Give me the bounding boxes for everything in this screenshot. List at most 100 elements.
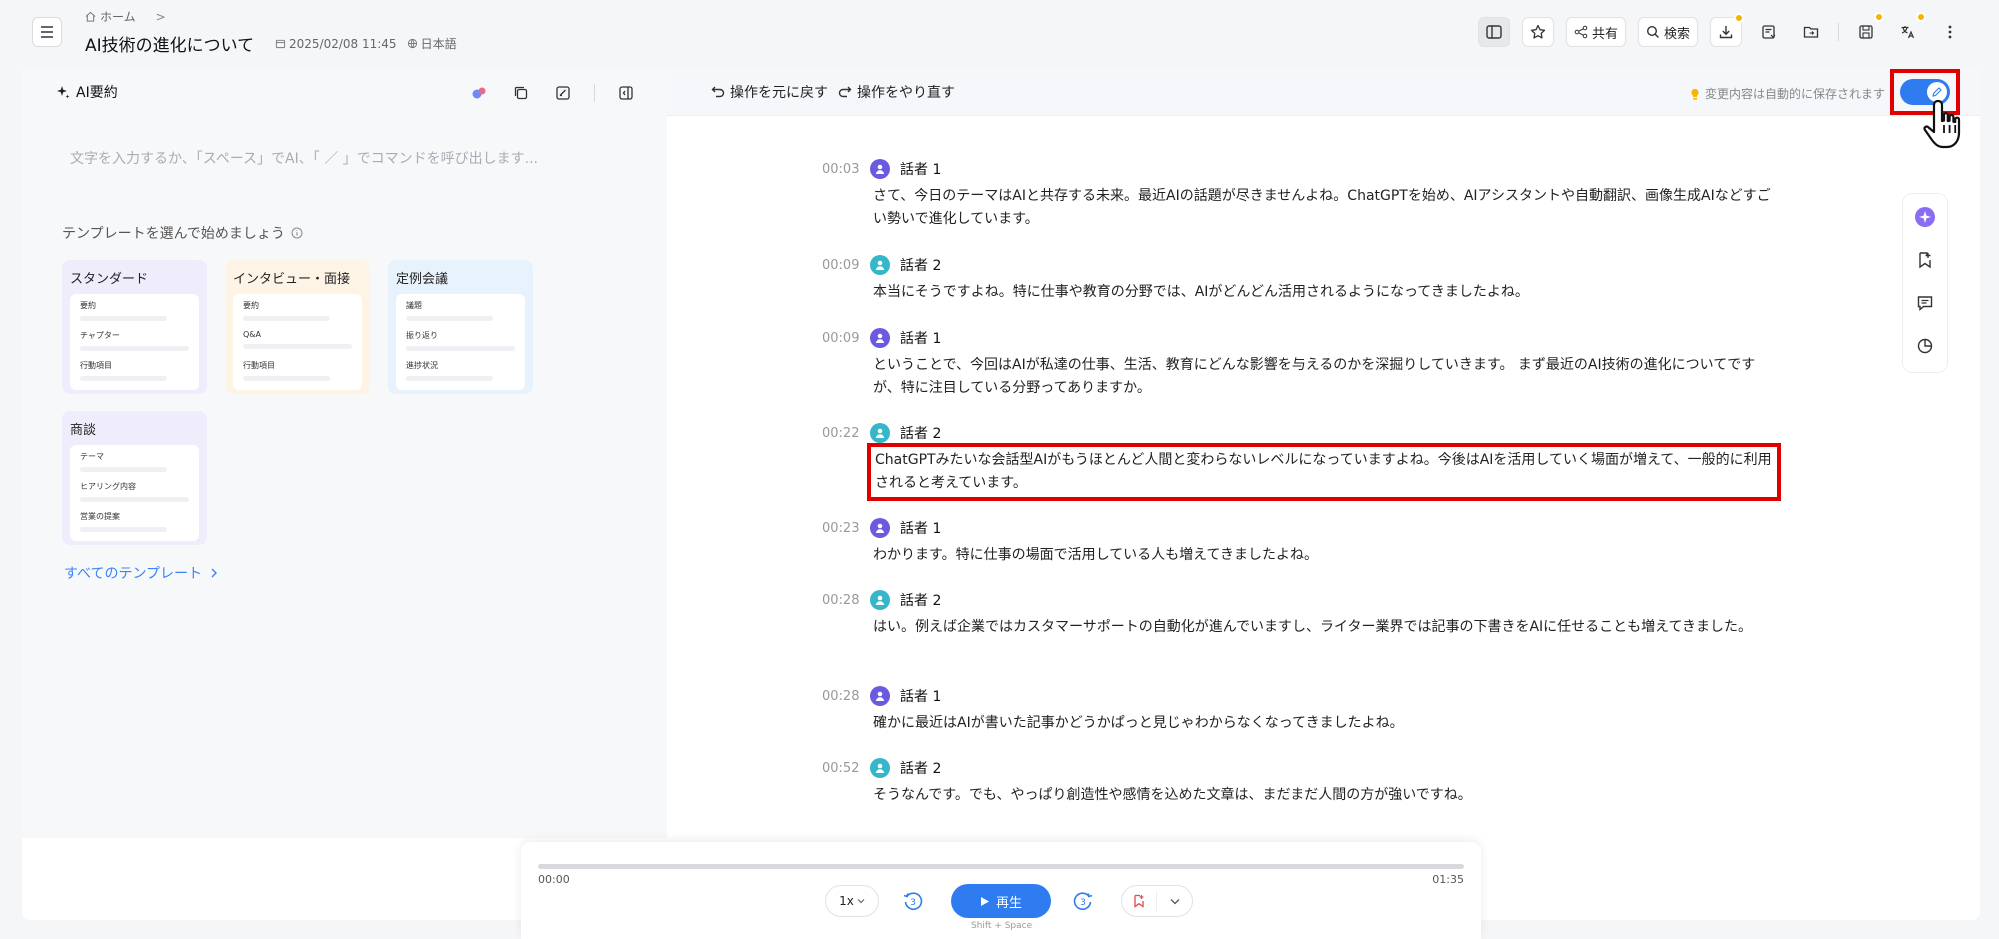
download-button[interactable]: [1710, 13, 1744, 47]
save-button[interactable]: [1851, 12, 1884, 47]
segment-header: 00:23 話者 1: [822, 517, 1802, 539]
template-card-interview[interactable]: インタビュー・面接 要約 Q&A 行動項目: [225, 260, 370, 394]
globe-icon: [407, 38, 417, 49]
template-card-regular-meeting[interactable]: 定例会議 議題 振り返り 進捗状況: [388, 260, 533, 394]
bookmark-button[interactable]: [1914, 249, 1936, 271]
all-templates-link[interactable]: すべてのテンプレート: [64, 563, 218, 583]
share-label: 共有: [1591, 26, 1618, 42]
template-row-label: チャプター: [80, 331, 120, 340]
speaker-name[interactable]: 話者 1: [900, 686, 941, 706]
speaker-name[interactable]: 話者 2: [900, 255, 941, 275]
main-panel: AI要約 文字を入力するか、「スペース」でAI、「 ／ 」でコマンドを呼び出しま…: [22, 68, 1980, 920]
segment-header: 00:09 話者 2: [822, 254, 1802, 276]
statistics-button[interactable]: [1914, 335, 1936, 357]
speaker-name[interactable]: 話者 2: [900, 423, 941, 443]
audio-player: 00:00 01:35 1x 3 再生 Shift + Space 3: [521, 842, 1481, 939]
transcript-segment: 00:09 話者 1 ということで、今回はAIが私達の仕事、生活、教育にどんな影…: [822, 327, 1802, 400]
ai-chat-button[interactable]: [1914, 206, 1936, 228]
template-preview-row: 議題: [406, 300, 515, 330]
segment-timestamp[interactable]: 00:03: [822, 162, 870, 177]
template-card-title: 商談: [70, 423, 97, 438]
speaker-name[interactable]: 話者 1: [900, 159, 941, 179]
info-icon[interactable]: [291, 227, 303, 239]
segment-text[interactable]: さて、今日のテーマはAIと共存する未来。最近AIの話題が尽きませんよね。Chat…: [873, 185, 1773, 231]
placeholder-line: [80, 527, 168, 532]
person-icon: [875, 595, 885, 605]
comments-button[interactable]: [1914, 292, 1936, 314]
template-preview: 議題 振り返り 進捗状況: [396, 294, 525, 390]
segment-timestamp[interactable]: 00:09: [822, 258, 870, 273]
segment-text[interactable]: そうなんです。でも、やっぱり創造性や感情を込めた文章は、まだまだ人間の方が強いで…: [873, 784, 1773, 807]
segment-timestamp[interactable]: 00:09: [822, 331, 870, 346]
collapse-panel-button[interactable]: [615, 82, 637, 104]
layout-toggle-button[interactable]: [1477, 17, 1510, 47]
speaker-avatar: [870, 255, 890, 275]
edit-summary-button[interactable]: [552, 82, 574, 104]
chevron-right-icon: [211, 568, 218, 578]
template-preview: テーマ ヒアリング内容 営業の提案: [70, 445, 199, 541]
menu-button[interactable]: [32, 17, 62, 47]
all-templates-label: すべてのテンプレート: [64, 566, 203, 582]
segment-text[interactable]: 本当にそうですよね。特に仕事や教育の分野では、AIがどんどん活用されるようになっ…: [873, 281, 1773, 304]
segment-timestamp[interactable]: 00:28: [822, 689, 870, 704]
forward-button[interactable]: 3: [1072, 890, 1094, 912]
template-preview-row: 振り返り: [406, 330, 515, 360]
editor-toolbar: 操作を元に戻す 操作をやり直す 変更内容は自動的に保存されます: [667, 68, 1980, 149]
segment-timestamp[interactable]: 00:52: [822, 761, 870, 776]
favorite-button[interactable]: [1521, 17, 1554, 47]
speaker-name[interactable]: 話者 1: [900, 328, 941, 348]
more-vertical-icon: [1948, 25, 1952, 39]
person-icon: [875, 763, 885, 773]
breadcrumb-home-link[interactable]: ホーム: [100, 8, 136, 25]
copy-button[interactable]: [510, 82, 532, 104]
autosave-text: 変更内容は自動的に保存されます: [1704, 87, 1885, 101]
translate-button[interactable]: [1893, 12, 1926, 47]
breadcrumb-separator: >: [155, 9, 166, 24]
ai-assistant-button[interactable]: [468, 82, 490, 104]
summary-input[interactable]: 文字を入力するか、「スペース」でAI、「 ／ 」でコマンドを呼び出します...: [70, 148, 538, 168]
segment-text[interactable]: わかります。特に仕事の場面で活用している人も増えてきましたよね。: [873, 544, 1773, 567]
mark-dropdown-button[interactable]: [1157, 898, 1192, 905]
segment-text[interactable]: 確かに最近はAIが書いた記事かどうかぱっと見じゃわからなくなってきましたよね。: [873, 712, 1773, 735]
speaker-name[interactable]: 話者 1: [900, 518, 941, 538]
placeholder-line: [80, 467, 168, 472]
segment-timestamp[interactable]: 00:22: [822, 426, 870, 441]
folder-icon: [1803, 26, 1819, 38]
progress-bar[interactable]: [538, 864, 1464, 869]
segment-text[interactable]: ChatGPTみたいな会話型AIがもうほとんど人間と変わらないレベルになっていま…: [867, 443, 1781, 501]
play-button[interactable]: 再生: [951, 884, 1051, 918]
person-icon: [875, 523, 885, 533]
ai-summary-title: AI要約: [76, 85, 118, 101]
transcript-segment: 00:28 話者 2 はい。例えば企業ではカスタマーサポートの自動化が進んでいま…: [822, 589, 1802, 639]
download-icon: [1719, 26, 1733, 39]
more-button[interactable]: [1935, 17, 1965, 47]
segment-timestamp[interactable]: 00:28: [822, 593, 870, 608]
share-button[interactable]: 共有: [1565, 17, 1626, 47]
template-card-sales[interactable]: 商談 テーマ ヒアリング内容 営業の提案: [62, 411, 207, 545]
home-icon: [85, 11, 96, 22]
page-title[interactable]: AI技術の進化について: [85, 31, 254, 56]
calendar-icon: [275, 39, 286, 49]
move-folder-button[interactable]: [1796, 17, 1826, 47]
forward-icon: 3: [1073, 892, 1093, 911]
template-card-standard[interactable]: スタンダード 要約 チャプター 行動項目: [62, 260, 207, 394]
playback-speed-select[interactable]: 1x: [825, 885, 879, 917]
undo-button[interactable]: 操作を元に戻す: [711, 82, 828, 102]
template-preview-row: 要約: [80, 300, 189, 330]
speaker-name[interactable]: 話者 2: [900, 758, 941, 778]
segment-timestamp[interactable]: 00:23: [822, 521, 870, 536]
add-mark-button[interactable]: [1122, 891, 1158, 911]
template-row-label: 行動項目: [80, 361, 112, 370]
segment-header: 00:22 話者 2: [822, 422, 1802, 444]
export-button[interactable]: [1754, 17, 1784, 47]
placeholder-line: [243, 376, 331, 381]
speaker-avatar: [870, 590, 890, 610]
template-row-label: 振り返り: [406, 331, 438, 340]
search-button[interactable]: 検索: [1637, 17, 1698, 47]
segment-text[interactable]: ということで、今回はAIが私達の仕事、生活、教育にどんな影響を与えるのかを深掘り…: [873, 354, 1773, 400]
segment-text[interactable]: はい。例えば企業ではカスタマーサポートの自動化が進んでいますし、ライター業界では…: [873, 616, 1773, 639]
rewind-button[interactable]: 3: [902, 890, 924, 912]
redo-button[interactable]: 操作をやり直す: [838, 82, 955, 102]
speaker-name[interactable]: 話者 2: [900, 590, 941, 610]
segment-header: 00:52 話者 2: [822, 757, 1802, 779]
